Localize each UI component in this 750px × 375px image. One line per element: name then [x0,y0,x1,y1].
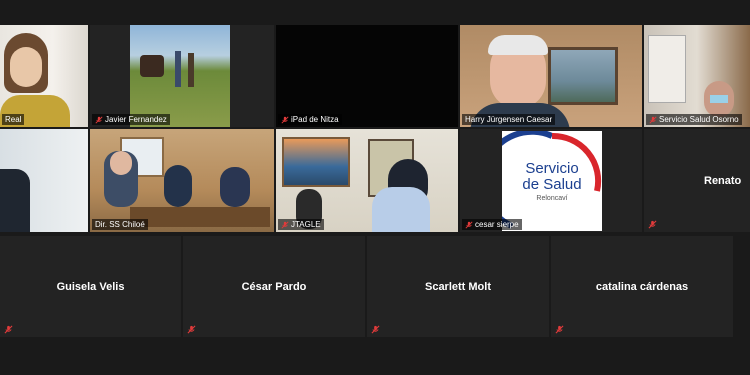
participant-name: César Pardo [241,280,307,293]
participant-video [90,129,274,232]
mic-muted-icon [648,220,657,229]
participant-video [130,25,230,127]
logo-line-3: Reloncaví [536,195,568,202]
tile-catalina-cardenas[interactable]: catalina cárdenas [551,236,733,337]
mic-muted-icon [187,325,196,334]
participant-name-tag: Javier Fernandez [92,114,170,125]
participant-video [276,129,458,232]
mic-muted-icon [371,325,380,334]
participant-name: catalina cárdenas [595,280,689,293]
participant-name: Scarlett Molt [424,280,491,293]
mic-muted-icon [555,325,564,334]
mic-muted-icon [465,220,473,229]
mic-muted-icon [281,220,289,229]
logo-line-1: Servicio [525,160,579,177]
participant-name-tag: JTAGLE [278,219,324,230]
mic-muted-icon [4,325,13,334]
video-tile-partial-left[interactable] [0,129,88,232]
participant-name-tag: iPad de Nitza [278,114,342,125]
participant-name: Guisela Velis [56,280,125,293]
video-tile-real[interactable]: Real [0,25,88,127]
participant-video [0,129,88,232]
participant-video [460,25,642,127]
mic-muted-icon [95,115,103,124]
servicio-de-salud-logo: Servicio de Salud Reloncaví [502,131,602,231]
tile-guisela-velis[interactable]: Guisela Velis [0,236,181,337]
video-tile-servicio-salud-osorno[interactable]: Servicio Salud Osorno [644,25,750,127]
participant-video [644,25,750,127]
video-tile-ipad-de-nitza[interactable]: iPad de Nitza [276,25,458,127]
tile-renato[interactable]: Renato [644,129,750,232]
tile-cesar-pardo[interactable]: César Pardo [183,236,365,337]
tile-scarlett-molt[interactable]: Scarlett Molt [367,236,549,337]
participant-name-tag: Real [2,114,25,125]
video-tile-harry-jurgensen[interactable]: Harry Jürgensen Caesar [460,25,642,127]
video-tile-cesar-sierpe[interactable]: Servicio de Salud Reloncaví cesar sierpe [460,129,642,232]
mic-muted-icon [649,115,657,124]
participant-name-tag: Dir. SS Chiloé [92,219,148,230]
participant-name-tag: cesar sierpe [462,219,522,230]
video-tile-javier-fernandez[interactable]: Javier Fernandez [90,25,274,127]
mic-muted-icon [281,115,289,124]
video-tile-jtagle[interactable]: JTAGLE [276,129,458,232]
participant-name-tag: Servicio Salud Osorno [646,114,742,125]
video-tile-dir-ss-chiloe[interactable]: Dir. SS Chiloé [90,129,274,232]
participant-video [0,25,88,127]
participant-name-tag: Harry Jürgensen Caesar [462,114,556,125]
logo-line-2: de Salud [522,176,582,193]
participant-name: Renato [704,174,742,187]
